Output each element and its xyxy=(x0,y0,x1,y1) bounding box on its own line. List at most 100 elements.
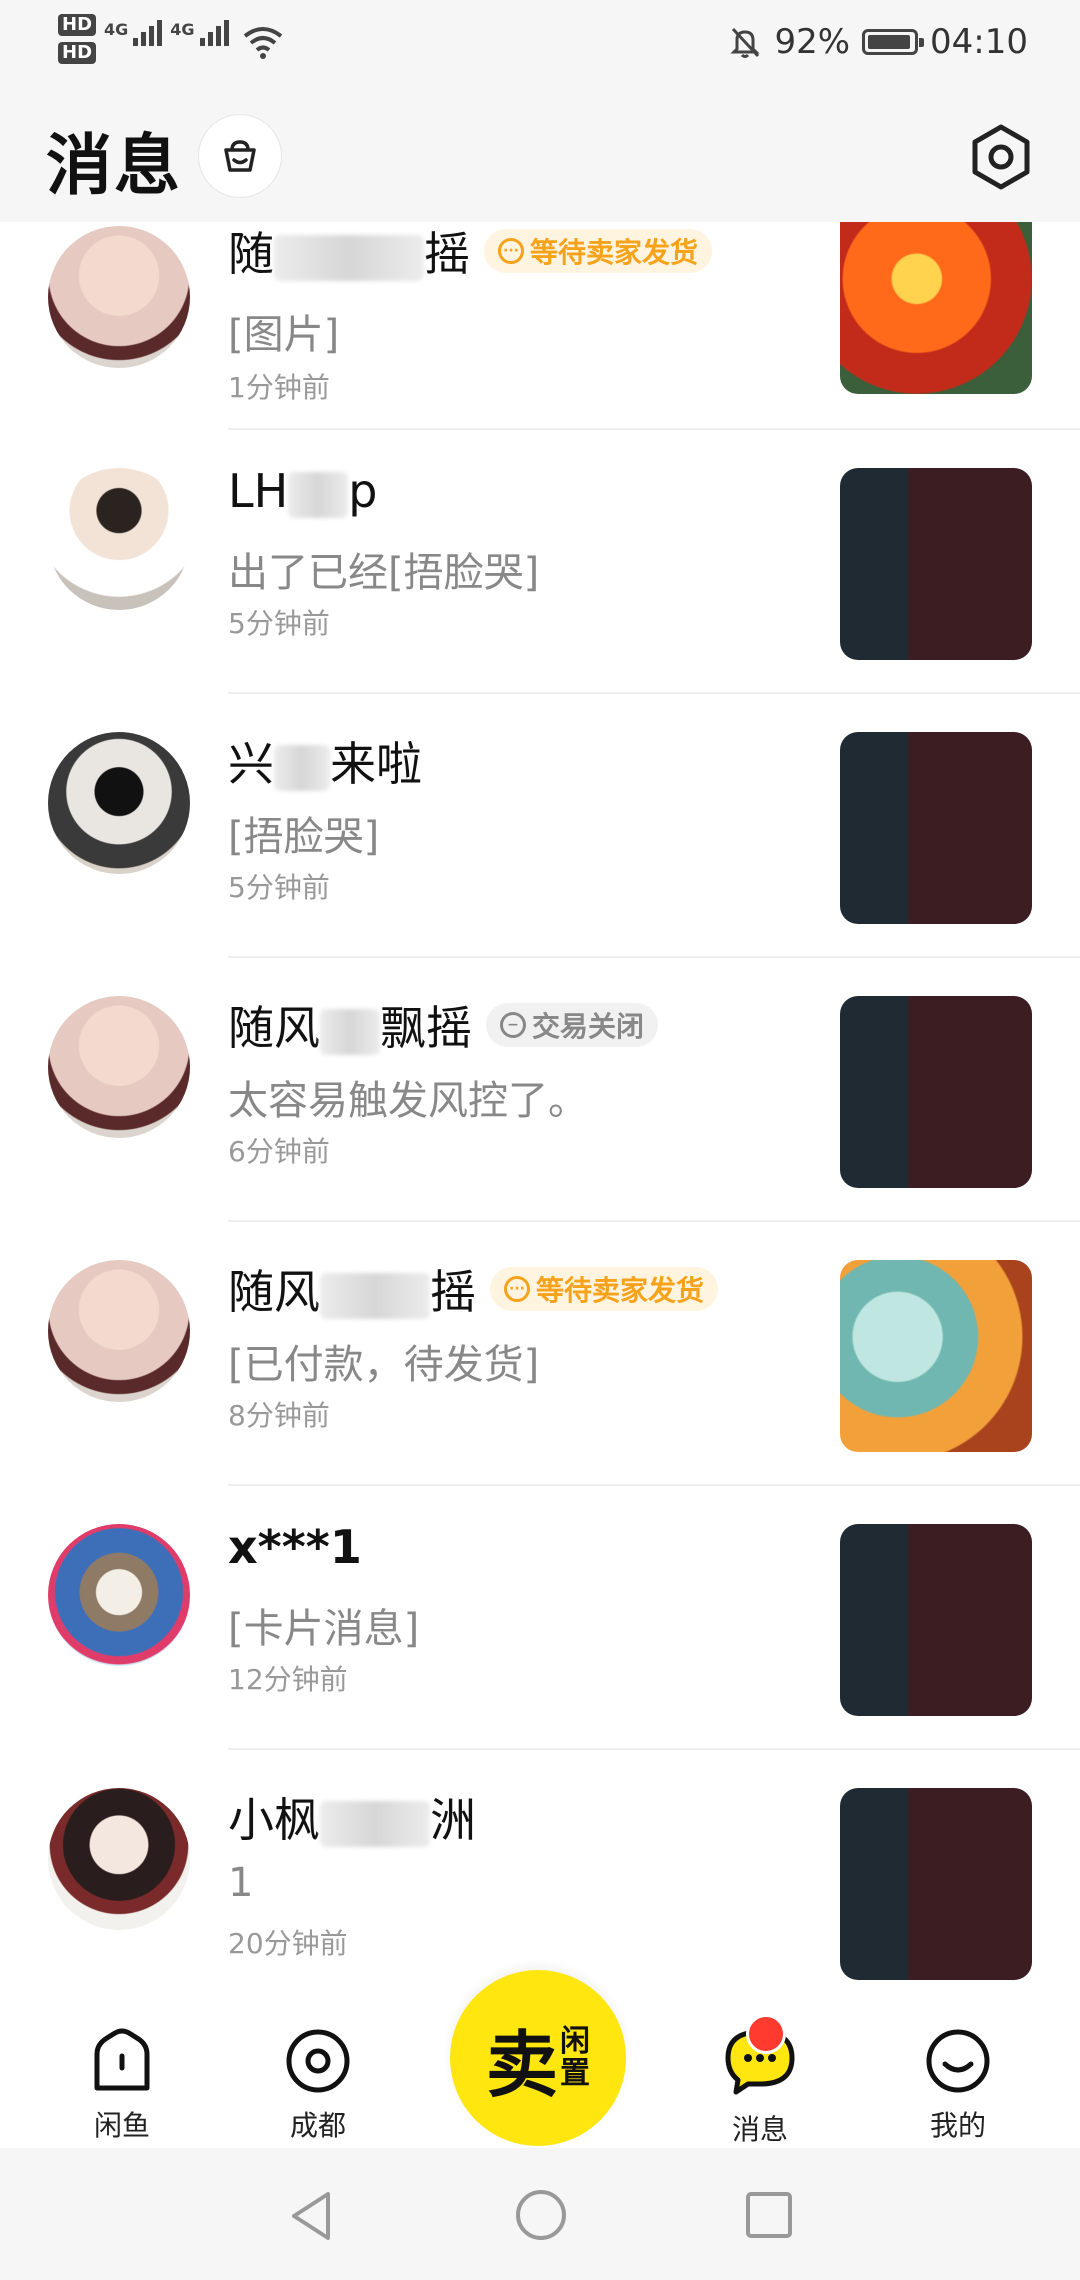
home-circle-icon[interactable] xyxy=(514,2188,568,2242)
contact-name-start: 小枫 xyxy=(228,1793,320,1847)
last-message: 出了已经[捂脸哭] xyxy=(228,550,540,596)
conversation-list[interactable]: 随摇 ··· 等待卖家发货 [图片] 1分钟前 LH p 出了已经[捂脸哭] 5分钟… xyxy=(0,222,1080,1992)
status-badge: ··· 等待卖家发货 xyxy=(484,229,713,273)
item-thumbnail[interactable] xyxy=(840,1788,1032,1980)
contact-name-end: 洲 xyxy=(430,1793,476,1847)
battery-icon xyxy=(862,29,925,55)
conversation-row[interactable]: LH p 出了已经[捂脸哭] 5分钟前 xyxy=(0,430,1080,694)
contact-name-end: p xyxy=(348,464,378,518)
pending-dots-icon: ··· xyxy=(498,238,524,264)
contact-name: 随摇 xyxy=(228,222,470,284)
basket-button[interactable] xyxy=(198,114,282,198)
item-thumbnail[interactable] xyxy=(840,732,1032,924)
conversation-row[interactable]: x***1 [卡片消息] 12分钟前 xyxy=(0,1486,1080,1750)
contact-name-start: 随风 xyxy=(228,1265,320,1319)
contact-name-end: 摇 xyxy=(424,227,470,281)
contact-name-start: 兴 xyxy=(228,737,274,791)
bottom-tab-bar: 闲鱼 成都 卖 闲 置 消息 我的 xyxy=(0,1970,1080,2148)
item-thumbnail[interactable] xyxy=(840,468,1032,660)
wifi-icon xyxy=(243,27,282,59)
clock: 04:10 xyxy=(930,22,1028,62)
redacted-name xyxy=(288,471,349,518)
conversation-row[interactable]: 随摇 ··· 等待卖家发货 [图片] 1分钟前 xyxy=(0,222,1080,430)
settings-icon[interactable] xyxy=(966,122,1036,192)
status-badge: ··· 等待卖家发货 xyxy=(490,1267,719,1311)
contact-name-end: 飘摇 xyxy=(380,1001,472,1055)
avatar[interactable] xyxy=(48,468,190,610)
sell-button[interactable]: 卖 闲 置 xyxy=(450,1970,626,2146)
tab-mine[interactable]: 我的 xyxy=(888,2026,1028,2144)
status-bar: HD HD 4G 4G 92% 04:10 xyxy=(0,0,1080,92)
status-badge-label: 交易关闭 xyxy=(532,1010,645,1043)
avatar[interactable] xyxy=(48,1788,190,1930)
pending-dots-icon: ··· xyxy=(504,1276,530,1302)
last-message: 1 xyxy=(228,1860,254,1906)
item-thumbnail[interactable] xyxy=(840,1524,1032,1716)
tab-home[interactable]: 闲鱼 xyxy=(52,2026,192,2144)
last-message: 太容易触发风控了。 xyxy=(228,1078,588,1124)
name-line: 随风 摇 ··· 等待卖家发货 xyxy=(228,1256,719,1322)
redacted-name xyxy=(274,234,424,281)
redacted-name xyxy=(274,744,330,791)
last-message: [卡片消息] xyxy=(228,1606,420,1652)
message-time: 6分钟前 xyxy=(228,1135,330,1168)
sell-sub-label-2: 置 xyxy=(560,2056,590,2091)
contact-name: 兴 来啦 xyxy=(228,728,422,794)
status-badge-label: 等待卖家发货 xyxy=(530,236,699,269)
tab-home-label: 闲鱼 xyxy=(93,2109,150,2142)
name-line: x***1 xyxy=(228,1520,362,1574)
avatar[interactable] xyxy=(48,732,190,874)
status-right: 92% 04:10 xyxy=(728,22,1028,62)
avatar[interactable] xyxy=(48,1524,190,1666)
recents-icon[interactable] xyxy=(744,2190,794,2240)
message-time: 5分钟前 xyxy=(228,607,330,640)
home-icon xyxy=(94,2028,150,2091)
conversation-row[interactable]: 随风 摇 ··· 等待卖家发货 [已付款，待发货] 8分钟前 xyxy=(0,1222,1080,1486)
last-message: [图片] xyxy=(228,312,340,358)
conversation-row[interactable]: 兴 来啦 [捂脸哭] 5分钟前 xyxy=(0,694,1080,958)
avatar[interactable] xyxy=(48,1260,190,1402)
tab-mine-label: 我的 xyxy=(929,2109,986,2142)
smile-icon xyxy=(926,2029,990,2093)
avatar[interactable] xyxy=(48,996,190,1138)
message-time: 12分钟前 xyxy=(228,1663,348,1696)
name-line: 随摇 ··· 等待卖家发货 xyxy=(228,222,713,284)
app-header: 消息 xyxy=(0,92,1080,222)
sell-sub-label: 闲 置 xyxy=(560,2026,590,2090)
name-line: 兴 来啦 xyxy=(228,728,422,794)
network-label-2: 4G xyxy=(170,20,195,39)
battery-percent: 92% xyxy=(774,22,851,62)
closed-minus-icon: − xyxy=(500,1012,526,1038)
tab-city[interactable]: 成都 xyxy=(248,2026,388,2144)
item-thumbnail[interactable] xyxy=(840,1260,1032,1452)
tab-city-label: 成都 xyxy=(289,2109,346,2142)
item-thumbnail[interactable] xyxy=(840,996,1032,1188)
message-time: 5分钟前 xyxy=(228,871,330,904)
avatar[interactable] xyxy=(48,226,190,368)
signal-icon-2: 4G xyxy=(170,20,229,46)
mute-bell-icon xyxy=(730,27,761,58)
sell-label: 卖 xyxy=(485,2021,558,2107)
conversation-row[interactable]: 随风 飘摇 − 交易关闭 太容易触发风控了。 6分钟前 xyxy=(0,958,1080,1222)
message-time: 20分钟前 xyxy=(228,1927,348,1960)
last-message: [已付款，待发货] xyxy=(228,1342,540,1388)
item-thumbnail[interactable] xyxy=(840,222,1032,394)
system-nav-bar xyxy=(0,2148,1080,2280)
conversation-row[interactable]: 小枫 洲 1 20分钟前 xyxy=(0,1750,1080,1992)
contact-name: x***1 xyxy=(228,1520,362,1574)
contact-name: 随风 摇 xyxy=(228,1256,476,1322)
sim2-hd-label: HD xyxy=(58,42,97,64)
basket-icon xyxy=(224,140,256,172)
tab-messages[interactable]: 消息 xyxy=(690,2014,830,2148)
message-icon-wrap xyxy=(722,2014,798,2100)
sim-indicators: HD HD xyxy=(58,14,97,64)
message-time: 8分钟前 xyxy=(228,1399,330,1432)
contact-name-end: 来啦 xyxy=(330,737,422,791)
message-time: 1分钟前 xyxy=(228,371,330,404)
contact-name-start: LH xyxy=(228,464,289,518)
location-icon xyxy=(286,2029,350,2093)
back-icon[interactable] xyxy=(286,2188,336,2244)
tab-messages-label: 消息 xyxy=(731,2113,788,2146)
name-line: 随风 飘摇 − 交易关闭 xyxy=(228,992,659,1058)
contact-name: 随风 飘摇 xyxy=(228,992,472,1058)
